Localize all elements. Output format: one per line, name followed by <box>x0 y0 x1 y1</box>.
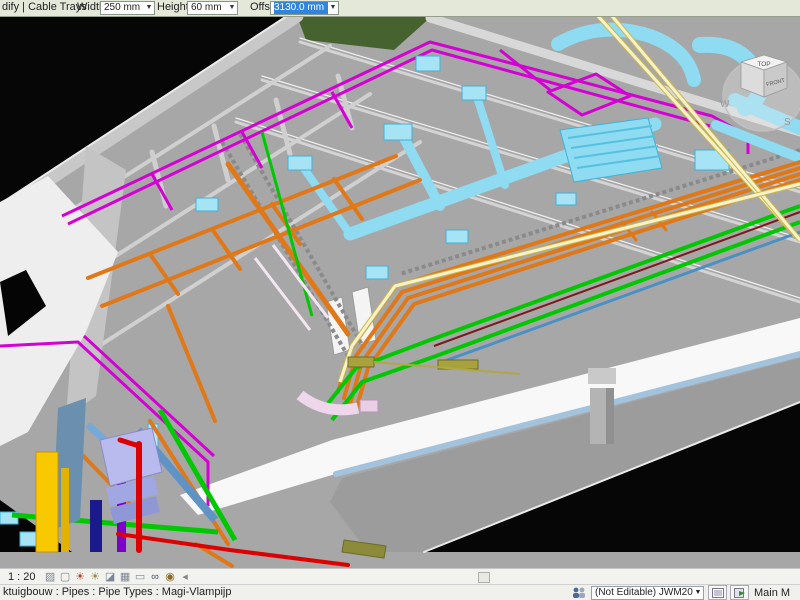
worksets-icon <box>571 586 587 599</box>
scrollbar-thumb[interactable] <box>478 572 490 583</box>
detail-level-icon[interactable]: ▨ <box>43 570 58 584</box>
temporary-hide-isolate-icon[interactable]: ∞ <box>148 570 163 584</box>
show-crop-region-icon[interactable]: ▭ <box>133 570 148 584</box>
width-combobox[interactable]: 250 mm ▼ <box>100 1 155 15</box>
compass-south-label[interactable]: S <box>784 117 791 128</box>
status-bar: ktuigbouw : Pipes : Pipe Types : Magi-Vl… <box>0 584 800 600</box>
reveal-hidden-elements-icon[interactable]: ◉ <box>163 570 178 584</box>
active-workset-select[interactable]: (Not Editable) JWM2011 ▼ <box>591 586 704 600</box>
selection-info-text: ktuigbouw : Pipes : Pipe Types : Magi-Vl… <box>3 586 231 598</box>
sun-path-icon[interactable]: ☀ <box>73 570 88 584</box>
chevron-down-icon[interactable]: ▼ <box>328 2 338 14</box>
viewcube-top-label[interactable]: TOP <box>757 61 770 68</box>
crop-view-icon[interactable]: ▦ <box>118 570 133 584</box>
context-label: dify | Cable Trays <box>2 1 87 14</box>
worksharing-display-button[interactable] <box>708 585 727 600</box>
scale-button[interactable]: 1 : 20 <box>8 571 36 583</box>
options-bar: dify | Cable Trays Width: 250 mm ▼ Heigh… <box>0 0 800 17</box>
expand-more-icon[interactable]: ◂ <box>178 570 193 584</box>
design-option-label[interactable]: Main M <box>754 587 800 599</box>
chevron-down-icon[interactable]: ▼ <box>227 2 237 14</box>
revit-window: dify | Cable Trays Width: 250 mm ▼ Heigh… <box>0 0 800 600</box>
view-control-bar: 1 : 20 ▨ ▢ ☀ ☀ ◪ ▦ ▭ ∞ ◉ ◂ <box>0 568 800 584</box>
height-combobox[interactable]: 60 mm ▼ <box>187 1 238 15</box>
compass-west-label[interactable]: W <box>720 99 730 110</box>
offset-combobox[interactable]: 3130.0 mm ▼ <box>270 1 339 15</box>
shadows-icon[interactable]: ☀ <box>88 570 103 584</box>
chevron-down-icon[interactable]: ▼ <box>693 589 703 596</box>
sketchy-lines-icon[interactable]: ◪ <box>103 570 118 584</box>
editable-only-button[interactable] <box>730 585 749 600</box>
chevron-down-icon[interactable]: ▼ <box>144 2 154 14</box>
model-3d-viewport[interactable]: W S TOP FRONT <box>0 16 800 568</box>
visual-style-icon[interactable]: ▢ <box>58 570 73 584</box>
